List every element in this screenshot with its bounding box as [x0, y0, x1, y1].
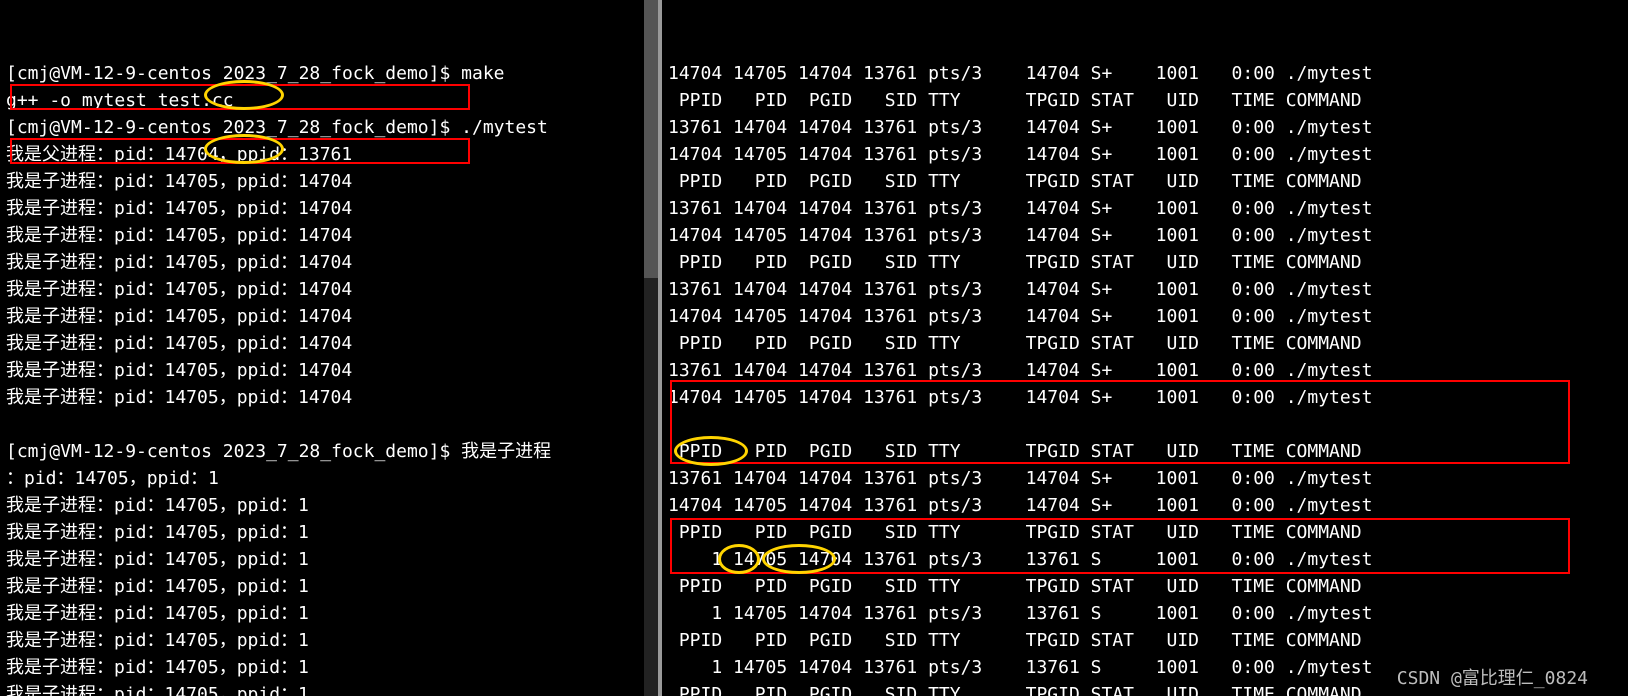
terminal-left-output: [cmj@VM-12-9-centos 2023_7_28_fock_demo]… [6, 60, 652, 696]
terminal-line: 我是子进程：pid：14705，ppid：14704 [6, 276, 652, 303]
terminal-line: 13761 14704 14704 13761 pts/3 14704 S+ 1… [668, 465, 1622, 492]
terminal-line: 13761 14704 14704 13761 pts/3 14704 S+ 1… [668, 357, 1622, 384]
terminal-line: 我是子进程：pid：14705，ppid：14704 [6, 222, 652, 249]
terminal-line: 我是子进程：pid：14705，ppid：14704 [6, 168, 652, 195]
terminal-left-pane[interactable]: [cmj@VM-12-9-centos 2023_7_28_fock_demo]… [0, 0, 662, 696]
watermark-text: CSDN @富比理仁_0824 [1397, 664, 1588, 690]
terminal-line: 1 14705 14704 13761 pts/3 13761 S 1001 0… [668, 546, 1622, 573]
terminal-line: 我是子进程：pid：14705，ppid：1 [6, 546, 652, 573]
terminal-line: PPID PID PGID SID TTY TPGID STAT UID TIM… [668, 87, 1622, 114]
terminal-line: PPID PID PGID SID TTY TPGID STAT UID TIM… [668, 330, 1622, 357]
terminal-line: 我是子进程：pid：14705，ppid：14704 [6, 195, 652, 222]
terminal-line: 我是子进程：pid：14705，ppid：1 [6, 627, 652, 654]
terminal-line: PPID PID PGID SID TTY TPGID STAT UID TIM… [668, 168, 1622, 195]
terminal-line: 14704 14705 14704 13761 pts/3 14704 S+ 1… [668, 222, 1622, 249]
terminal-line: 我是子进程：pid：14705，ppid：14704 [6, 384, 652, 411]
terminal-line: 我是子进程：pid：14705，ppid：1 [6, 519, 652, 546]
scrollbar-thumb[interactable] [644, 0, 658, 278]
terminal-line: PPID PID PGID SID TTY TPGID STAT UID TIM… [668, 249, 1622, 276]
terminal-line: 我是子进程：pid：14705，ppid：1 [6, 681, 652, 696]
terminal-line: PPID PID PGID SID TTY TPGID STAT UID TIM… [668, 438, 1622, 465]
terminal-line: 我是子进程：pid：14705，ppid：14704 [6, 249, 652, 276]
terminal-line: 14704 14705 14704 13761 pts/3 14704 S+ 1… [668, 384, 1622, 411]
terminal-line: PPID PID PGID SID TTY TPGID STAT UID TIM… [668, 519, 1622, 546]
terminal-right-output: 14704 14705 14704 13761 pts/3 14704 S+ 1… [668, 60, 1622, 696]
terminal-line: g++ -o mytest test.cc [6, 87, 652, 114]
terminal-line: [cmj@VM-12-9-centos 2023_7_28_fock_demo]… [6, 114, 652, 141]
terminal-right-pane[interactable]: 14704 14705 14704 13761 pts/3 14704 S+ 1… [662, 0, 1628, 696]
terminal-line: 14704 14705 14704 13761 pts/3 14704 S+ 1… [668, 492, 1622, 519]
terminal-line: PPID PID PGID SID TTY TPGID STAT UID TIM… [668, 573, 1622, 600]
terminal-line: 我是父进程：pid：14704，ppid：13761 [6, 141, 652, 168]
terminal-line: 13761 14704 14704 13761 pts/3 14704 S+ 1… [668, 114, 1622, 141]
terminal-line: 我是子进程：pid：14705，ppid：1 [6, 654, 652, 681]
terminal-line: ：pid：14705，ppid：1 [6, 465, 652, 492]
terminal-line [6, 411, 652, 438]
terminal-line: 我是子进程：pid：14705，ppid：14704 [6, 357, 652, 384]
terminal-line: 我是子进程：pid：14705，ppid：1 [6, 573, 652, 600]
terminal-line: 我是子进程：pid：14705，ppid：14704 [6, 330, 652, 357]
terminal-line: 我是子进程：pid：14705，ppid：1 [6, 492, 652, 519]
terminal-line: [cmj@VM-12-9-centos 2023_7_28_fock_demo]… [6, 60, 652, 87]
terminal-line: 13761 14704 14704 13761 pts/3 14704 S+ 1… [668, 276, 1622, 303]
scrollbar-track[interactable] [644, 0, 658, 696]
terminal-line [668, 411, 1622, 438]
terminal-line: PPID PID PGID SID TTY TPGID STAT UID TIM… [668, 627, 1622, 654]
terminal-line: 13761 14704 14704 13761 pts/3 14704 S+ 1… [668, 195, 1622, 222]
terminal-line: 14704 14705 14704 13761 pts/3 14704 S+ 1… [668, 60, 1622, 87]
terminal-line: 14704 14705 14704 13761 pts/3 14704 S+ 1… [668, 303, 1622, 330]
terminal-line: 我是子进程：pid：14705，ppid：14704 [6, 303, 652, 330]
terminal-line: 1 14705 14704 13761 pts/3 13761 S 1001 0… [668, 600, 1622, 627]
terminal-line: 我是子进程：pid：14705，ppid：1 [6, 600, 652, 627]
terminal-line: [cmj@VM-12-9-centos 2023_7_28_fock_demo]… [6, 438, 652, 465]
terminal-line: 14704 14705 14704 13761 pts/3 14704 S+ 1… [668, 141, 1622, 168]
